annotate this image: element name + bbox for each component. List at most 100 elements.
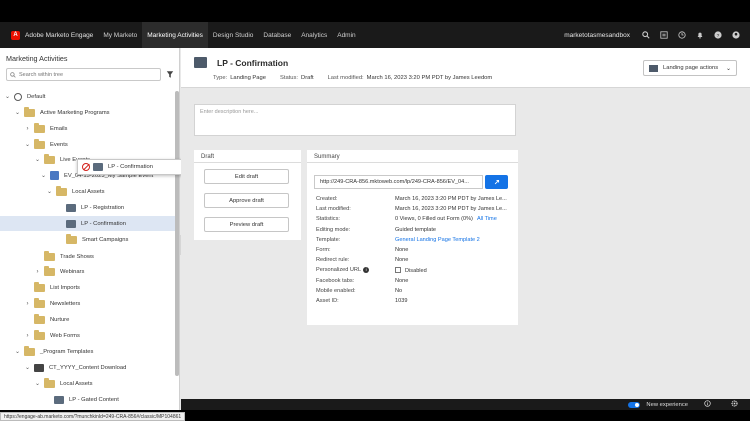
folder-icon bbox=[34, 297, 45, 308]
nav-admin[interactable]: Admin bbox=[332, 22, 360, 48]
summary-value: 0 Views, 0 Filled out Form (0%) All Time bbox=[395, 216, 497, 222]
asset-meta: Type: Landing Page Status: Draft Last mo… bbox=[213, 75, 492, 81]
tree-item-label: Nurture bbox=[50, 316, 70, 323]
settings-icon[interactable] bbox=[731, 400, 738, 409]
tree-search[interactable] bbox=[6, 68, 161, 81]
tree-item[interactable]: Trade Shows bbox=[0, 249, 175, 264]
chevron-right-icon[interactable]: › bbox=[24, 333, 31, 339]
tree-item[interactable]: ⌄ Events bbox=[0, 137, 175, 152]
chevron-down-icon[interactable]: ⌄ bbox=[46, 188, 53, 195]
clock-icon[interactable] bbox=[677, 31, 686, 40]
nav-marketing-activities[interactable]: Marketing Activities bbox=[142, 22, 208, 48]
nav-my-marketo[interactable]: My Marketo bbox=[98, 22, 142, 48]
type-value: Landing Page bbox=[230, 75, 266, 81]
description-field[interactable]: Enter description here... bbox=[194, 104, 516, 136]
open-url-button[interactable] bbox=[485, 175, 508, 189]
landing-page-icon bbox=[194, 57, 207, 68]
page-url-field[interactable]: http://249-CRA-856.mktoweb.com/lp/249-CR… bbox=[314, 175, 483, 189]
summary-value: 1039 bbox=[395, 298, 407, 304]
tree-item[interactable]: ⌄ Local Assets bbox=[0, 376, 175, 391]
tree-item[interactable]: › Emails bbox=[0, 121, 175, 136]
summary-row: Template: General Landing Page Template 2 bbox=[316, 237, 480, 243]
top-navigation: A Adobe Marketo Engage My Marketo Market… bbox=[0, 22, 750, 48]
filter-icon[interactable] bbox=[166, 70, 174, 79]
folder-icon bbox=[34, 138, 45, 149]
tree-item[interactable]: › Newsletters bbox=[0, 296, 175, 311]
tree-item-label: Web Forms bbox=[50, 332, 80, 339]
tree-scrollbar[interactable] bbox=[175, 91, 179, 376]
brand-name[interactable]: Adobe Marketo Engage bbox=[25, 22, 98, 48]
tree-item[interactable]: ⌄ CT_YYYY_Content Download bbox=[0, 360, 175, 375]
edit-draft-button[interactable]: Edit draft bbox=[204, 169, 289, 184]
draft-title: Draft bbox=[194, 150, 301, 163]
help-icon[interactable]: ? bbox=[713, 31, 722, 40]
nav-analytics[interactable]: Analytics bbox=[296, 22, 332, 48]
summary-key-text: Created: bbox=[316, 196, 338, 202]
tree-item[interactable]: ⌄ Active Marketing Programs bbox=[0, 105, 175, 120]
summary-title: Summary bbox=[307, 150, 518, 163]
tree-item[interactable]: LP - Registration bbox=[0, 200, 175, 215]
tree-item[interactable]: List Imports bbox=[0, 280, 175, 295]
summary-value: None bbox=[395, 257, 408, 263]
chevron-right-icon[interactable]: › bbox=[34, 269, 41, 275]
summary-key: Form: bbox=[316, 247, 395, 253]
user-icon[interactable] bbox=[731, 31, 740, 40]
list-icon[interactable] bbox=[659, 31, 668, 40]
tree-item[interactable]: › Webinars bbox=[0, 264, 175, 279]
bell-icon[interactable] bbox=[695, 31, 704, 40]
summary-value-text: None bbox=[395, 277, 409, 284]
status-value: Draft bbox=[301, 75, 314, 81]
chevron-down-icon[interactable]: ⌄ bbox=[40, 172, 47, 179]
nav-database[interactable]: Database bbox=[258, 22, 296, 48]
chevron-right-icon[interactable]: › bbox=[24, 301, 31, 307]
approve-draft-button[interactable]: Approve draft bbox=[204, 193, 289, 208]
personalized-url-checkbox[interactable] bbox=[395, 267, 401, 274]
summary-section: Summary http://249-CRA-856.mktoweb.com/l… bbox=[307, 150, 518, 325]
chevron-down-icon[interactable]: ⌄ bbox=[34, 380, 41, 387]
tree-item[interactable]: LP - Gated Content bbox=[0, 392, 175, 407]
summary-key-text: Editing mode: bbox=[316, 226, 351, 233]
all-time-link[interactable]: All Time bbox=[477, 216, 497, 222]
summary-key: Template: bbox=[316, 237, 395, 243]
chevron-down-icon[interactable]: ⌄ bbox=[24, 141, 31, 148]
event-icon bbox=[50, 171, 59, 180]
nav-design-studio[interactable]: Design Studio bbox=[208, 22, 258, 48]
summary-key: Redirect rule: bbox=[316, 257, 395, 263]
search-icon[interactable] bbox=[641, 31, 650, 40]
info-icon[interactable]: i bbox=[363, 267, 370, 274]
summary-row: Facebook tabs: None bbox=[316, 278, 408, 284]
chevron-down-icon[interactable]: ⌄ bbox=[14, 109, 21, 116]
info-icon[interactable] bbox=[704, 400, 711, 409]
chevron-down-icon[interactable]: ⌄ bbox=[4, 93, 11, 100]
tree-item[interactable]: LP - Confirmation bbox=[0, 216, 175, 231]
tree-item[interactable]: ⌄ Default bbox=[0, 89, 175, 104]
chevron-right-icon[interactable]: › bbox=[24, 126, 31, 132]
summary-value: None bbox=[395, 278, 408, 284]
chevron-down-icon: ⌄ bbox=[725, 65, 731, 72]
summary-key: Personalized URL i bbox=[316, 267, 395, 274]
summary-key-text: Last modified: bbox=[316, 206, 351, 213]
status-label: Status: bbox=[279, 75, 299, 81]
landing-page-actions-button[interactable]: Landing page actions ⌄ bbox=[643, 60, 737, 76]
sandbox-name[interactable]: marketotasmesandbox bbox=[564, 32, 630, 39]
tree-item[interactable]: Nurture bbox=[0, 312, 175, 327]
chevron-down-icon[interactable]: ⌄ bbox=[14, 348, 21, 355]
folder-icon bbox=[44, 377, 55, 388]
folder-icon bbox=[44, 265, 55, 276]
search-input[interactable] bbox=[19, 71, 149, 78]
tree-item[interactable]: › Web Forms bbox=[0, 328, 175, 343]
main-content: LP - Confirmation Type: Landing Page Sta… bbox=[181, 48, 750, 399]
landing-page-icon bbox=[66, 203, 76, 212]
summary-value[interactable]: General Landing Page Template 2 bbox=[395, 237, 480, 243]
tree-item[interactable]: ⌄ _Program Templates bbox=[0, 344, 175, 359]
new-experience-toggle[interactable] bbox=[628, 401, 641, 408]
preview-draft-button[interactable]: Preview draft bbox=[204, 217, 289, 232]
summary-value: No bbox=[395, 288, 402, 294]
chevron-down-icon[interactable]: ⌄ bbox=[24, 364, 31, 371]
tree-item[interactable]: ⌄ Local Assets bbox=[0, 184, 175, 199]
tree-item-label: LP - Confirmation bbox=[81, 220, 126, 227]
summary-key: Statistics: bbox=[316, 216, 395, 222]
chevron-down-icon[interactable]: ⌄ bbox=[34, 156, 41, 163]
folder-icon bbox=[34, 281, 45, 292]
tree-item[interactable]: Smart Campaigns bbox=[0, 232, 175, 247]
